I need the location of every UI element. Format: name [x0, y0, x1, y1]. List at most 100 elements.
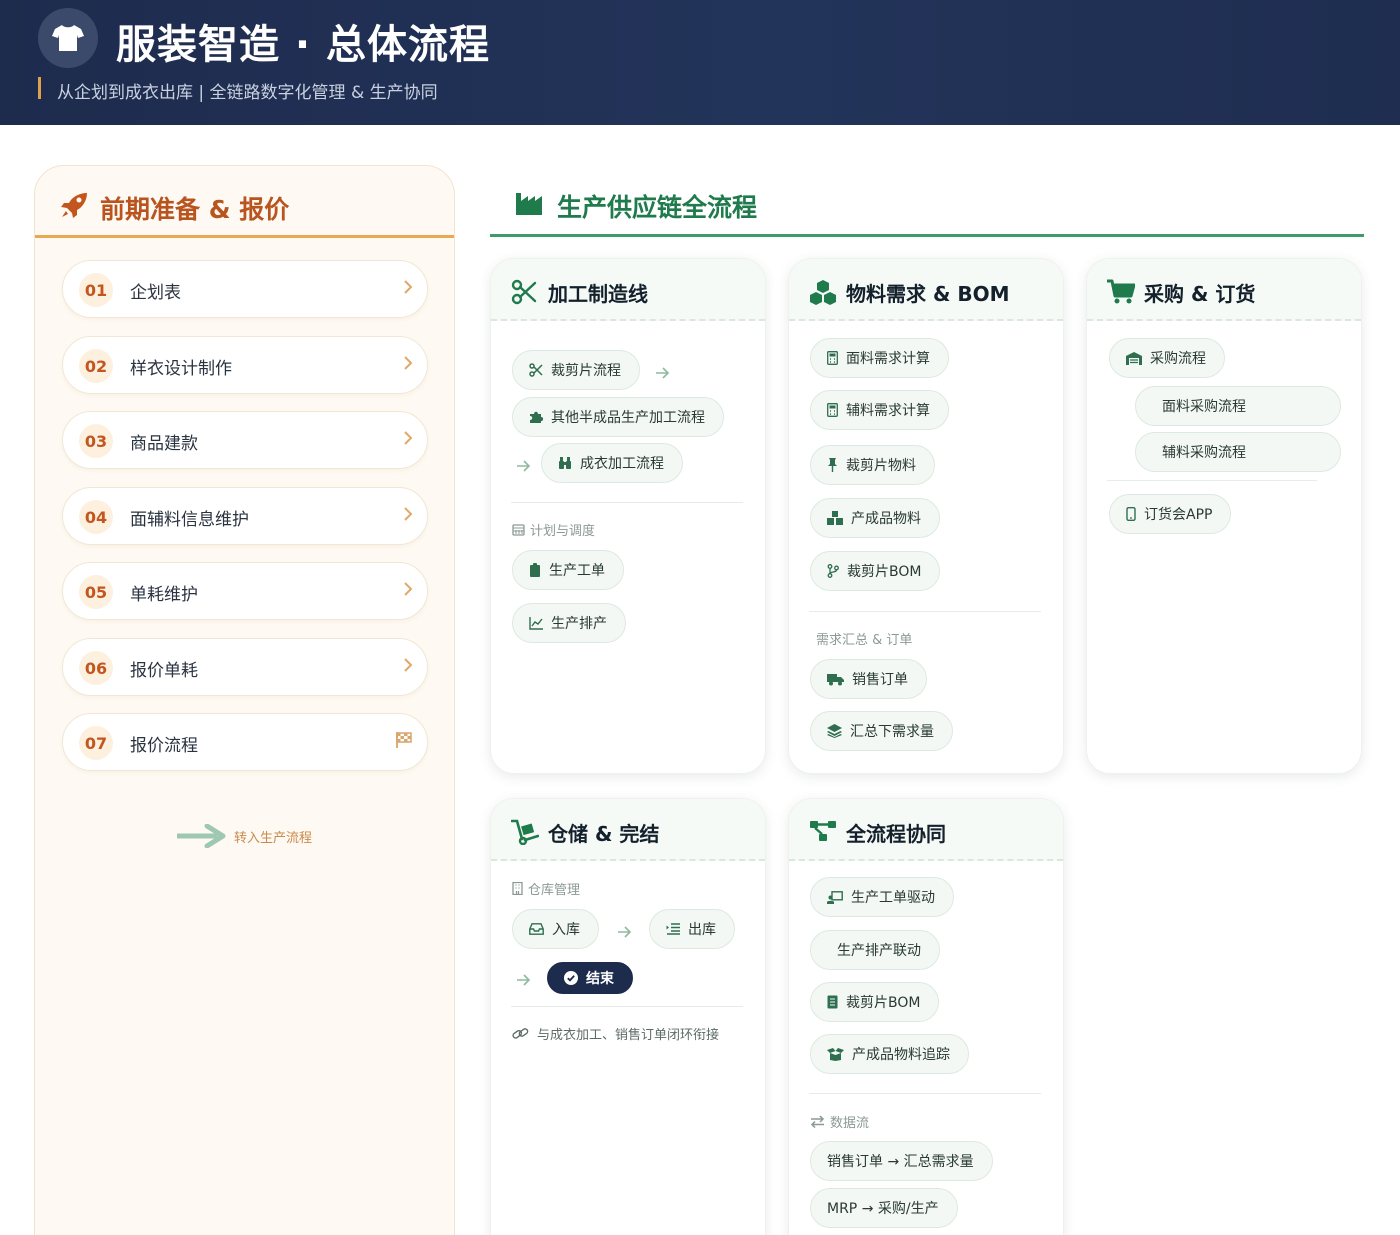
- building-icon: [512, 882, 523, 895]
- check-circle-icon: [564, 971, 578, 985]
- cubes-icon: [809, 279, 837, 309]
- arrow-right-icon: [517, 971, 531, 990]
- plan-sublabel: 计划与调度: [512, 520, 595, 539]
- finished-material-pill[interactable]: 产成品物料: [810, 498, 940, 538]
- step-number: 03: [79, 424, 113, 458]
- fabric-purchase-pill[interactable]: 面料采购流程: [1135, 386, 1341, 426]
- pill-label: 生产工单驱动: [851, 890, 935, 906]
- cut-piece-flow-pill[interactable]: 裁剪片流程: [512, 350, 640, 390]
- pill-label: 面料采购流程: [1162, 399, 1246, 415]
- binoculars-icon: [558, 456, 572, 470]
- semi-finished-flow-pill[interactable]: 其他半成品生产加工流程: [512, 397, 724, 437]
- card-title: 加工制造线: [548, 282, 648, 306]
- step-item[interactable]: 04 面辅料信息维护: [62, 487, 428, 545]
- divider: [511, 502, 743, 503]
- warehouse-sublabel: 仓库管理: [512, 879, 580, 898]
- pill-label: 裁剪片BOM: [846, 995, 921, 1011]
- transfer-link[interactable]: 转入生产流程: [174, 821, 377, 851]
- work-order-driven-pill[interactable]: 生产工单驱动: [810, 877, 954, 917]
- step-label: 单耗维护: [130, 585, 198, 605]
- step-item[interactable]: 02 样衣设计制作: [62, 336, 428, 394]
- finished-tracking-pill[interactable]: 产成品物料追踪: [810, 1034, 969, 1074]
- flow-mrp-pill[interactable]: MRP → 采购/生产: [810, 1188, 958, 1228]
- file-list-icon: [827, 995, 838, 1009]
- pill-label: 裁剪片BOM: [847, 564, 922, 580]
- step-item[interactable]: 06 报价单耗: [62, 638, 428, 696]
- inbox-icon: [529, 923, 544, 935]
- inbound-pill[interactable]: 入库: [512, 909, 599, 949]
- purchase-flow-pill[interactable]: 采购流程: [1109, 338, 1225, 378]
- collaboration-card: 全流程协同 生产工单驱动 生产排产联动 裁剪片BOM 产成品物料追踪 数据流 销…: [788, 798, 1064, 1235]
- fabric-demand-pill[interactable]: 面料需求计算: [810, 338, 949, 378]
- step-item[interactable]: 07 报价流程: [62, 713, 428, 771]
- chevron-right-icon: [403, 506, 413, 526]
- step-item[interactable]: 01 企划表: [62, 260, 428, 318]
- step-number: 05: [79, 575, 113, 609]
- flow-sales-pill[interactable]: 销售订单 → 汇总需求量: [810, 1141, 993, 1181]
- step-number: 07: [79, 726, 113, 760]
- transfer-label: 转入生产流程: [234, 831, 313, 846]
- step-label: 样衣设计制作: [130, 359, 232, 379]
- summary-sublabel: 需求汇总 & 订单: [816, 629, 912, 648]
- pill-label: MRP → 采购/生产: [827, 1201, 939, 1217]
- step-label: 面辅料信息维护: [130, 510, 249, 530]
- step-item[interactable]: 03 商品建款: [62, 411, 428, 469]
- pill-label: 裁剪片物料: [846, 458, 916, 474]
- card-header: 全流程协同: [789, 799, 1063, 861]
- card-header: 加工制造线: [491, 259, 765, 321]
- arrow-right-icon: [656, 364, 670, 383]
- pill-label: 销售订单 → 汇总需求量: [827, 1154, 974, 1170]
- chevron-right-icon: [403, 279, 413, 299]
- card-title: 采购 & 订货: [1144, 282, 1256, 306]
- warehouse-icon: [1126, 351, 1142, 365]
- shopping-cart-icon: [1107, 279, 1136, 309]
- step-label: 商品建款: [130, 434, 198, 454]
- chevron-right-icon: [403, 430, 413, 450]
- supply-chain-header: 生产供应链全流程: [490, 185, 1364, 237]
- prep-panel: 前期准备 & 报价 01 企划表 02 样衣设计制作 03 商品建款 04 面辅…: [34, 165, 455, 1235]
- sales-order-pill[interactable]: 销售订单: [810, 659, 927, 699]
- puzzle-icon: [529, 410, 543, 424]
- step-number: 02: [79, 349, 113, 383]
- layer-group-icon: [827, 724, 842, 738]
- card-title: 全流程协同: [846, 822, 946, 846]
- cut-piece-bom-pill[interactable]: 裁剪片BOM: [810, 551, 941, 591]
- line-chart-icon: [529, 616, 543, 630]
- work-order-pill[interactable]: 生产工单: [512, 550, 624, 590]
- divider: [809, 611, 1041, 612]
- pill-label: 生产排产联动: [837, 943, 921, 959]
- dolly-icon: [510, 819, 540, 849]
- step-number: 04: [79, 500, 113, 534]
- pill-label: 辅料采购流程: [1162, 445, 1246, 461]
- arrow-right-icon: [618, 923, 632, 942]
- accessory-demand-pill[interactable]: 辅料需求计算: [810, 390, 949, 430]
- flag-checkered-icon: [395, 731, 413, 753]
- end-pill[interactable]: 结束: [547, 962, 633, 994]
- garment-flow-pill[interactable]: 成衣加工流程: [541, 443, 683, 483]
- card-title: 物料需求 & BOM: [846, 282, 1010, 306]
- pill-label: 汇总下需求量: [850, 724, 934, 740]
- sublabel-text: 需求汇总 & 订单: [816, 633, 913, 648]
- aggregate-demand-pill[interactable]: 汇总下需求量: [810, 711, 953, 751]
- outbound-pill[interactable]: 出库: [649, 909, 735, 949]
- step-label: 企划表: [130, 283, 181, 303]
- step-number: 06: [79, 651, 113, 685]
- chevron-right-icon: [403, 355, 413, 375]
- cut-piece-material-pill[interactable]: 裁剪片物料: [810, 445, 935, 485]
- step-item[interactable]: 05 单耗维护: [62, 562, 428, 620]
- accessory-purchase-pill[interactable]: 辅料采购流程: [1135, 432, 1341, 472]
- pill-label: 其他半成品生产加工流程: [551, 410, 705, 426]
- pill-label: 裁剪片流程: [551, 363, 621, 379]
- closed-loop-note: 与成衣加工、销售订单闭环衔接: [512, 1024, 719, 1043]
- exchange-icon: [810, 1115, 825, 1128]
- supply-chain-title: 生产供应链全流程: [557, 193, 758, 222]
- note-text: 与成衣加工、销售订单闭环衔接: [537, 1028, 720, 1043]
- industry-icon: [516, 191, 544, 219]
- order-app-pill[interactable]: 订货会APP: [1109, 494, 1232, 534]
- cut-piece-bom-pill[interactable]: 裁剪片BOM: [810, 982, 940, 1022]
- scheduling-pill[interactable]: 生产排产: [512, 603, 626, 643]
- pill-label: 产成品物料追踪: [852, 1047, 950, 1063]
- calculator-icon: [827, 351, 838, 365]
- schedule-linkage-pill[interactable]: 生产排产联动: [810, 930, 940, 970]
- boxes-icon: [827, 511, 843, 525]
